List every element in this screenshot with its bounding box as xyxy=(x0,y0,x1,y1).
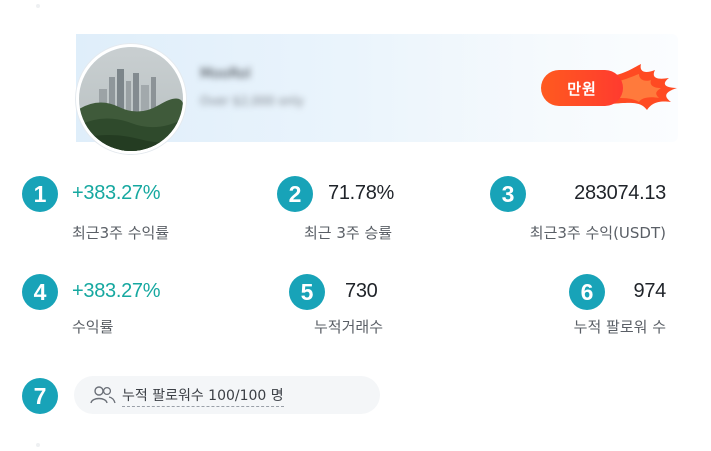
roi-label: 수익률 xyxy=(72,318,114,336)
recent-3w-roi-label: 최근3주 수익률 xyxy=(72,224,170,242)
follower-capacity-text: 누적 팔로워수 100/100 명 xyxy=(122,385,284,407)
total-trades-label: 누적거래수 xyxy=(314,318,384,336)
badge-label: 만원 xyxy=(541,70,623,106)
decorative-dot xyxy=(36,443,40,447)
fire-badge: 만원 xyxy=(541,62,681,112)
recent-3w-pnl-label: 최근3주 수익(USDT) xyxy=(529,224,666,242)
trader-subtitle: Over $2,000 only xyxy=(200,94,304,108)
recent-3w-roi-value: +383.27% xyxy=(72,182,161,204)
stat-index-badge: 7 xyxy=(22,378,58,414)
total-followers-label: 누적 팔로워 수 xyxy=(573,318,666,336)
decorative-dot xyxy=(36,4,40,8)
trader-name: MooRol xyxy=(200,66,251,82)
stat-index-badge: 3 xyxy=(490,176,526,212)
trader-card: MooRol Over $2,000 only 만원 1 +383.27% 최근… xyxy=(0,0,711,451)
recent-3w-pnl-value: 283074.13 xyxy=(574,182,666,204)
roi-value: +383.27% xyxy=(72,280,161,302)
total-trades-value: 730 xyxy=(345,280,378,302)
follower-capacity-pill[interactable]: 누적 팔로워수 100/100 명 xyxy=(74,376,380,414)
total-followers-value: 974 xyxy=(633,280,667,302)
stat-index-badge: 5 xyxy=(289,274,325,310)
stat-index-badge: 1 xyxy=(22,176,58,212)
users-icon xyxy=(90,386,116,404)
avatar[interactable] xyxy=(76,44,186,154)
stat-index-badge: 4 xyxy=(22,274,58,310)
recent-3w-winrate-value: 71.78% xyxy=(328,182,395,204)
stat-index-badge: 6 xyxy=(569,274,605,310)
recent-3w-winrate-label: 최근 3주 승률 xyxy=(304,224,393,242)
stat-index-badge: 2 xyxy=(277,176,313,212)
